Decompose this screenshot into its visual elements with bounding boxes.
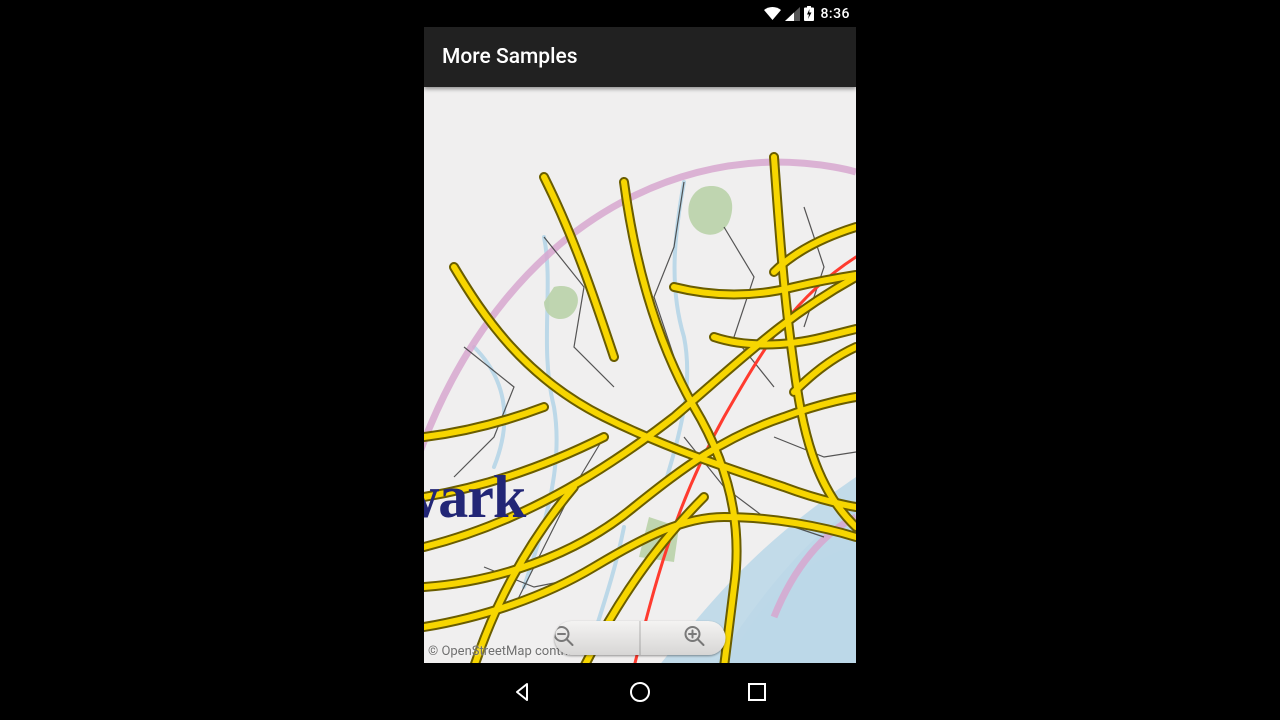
back-button[interactable] [509,678,537,706]
zoom-out-button[interactable] [555,621,640,655]
app-bar: More Samples [424,27,856,87]
map-canvas [424,87,856,663]
phone-frame: 8:36 More Samples [424,0,856,720]
clock-text: 8:36 [820,6,850,22]
status-bar: 8:36 [424,0,856,27]
cell-signal-icon [785,7,800,21]
battery-charging-icon [804,6,814,21]
map-city-label: Newark [424,463,525,532]
back-icon [512,681,534,703]
page-title: More Samples [442,45,578,69]
wifi-icon [764,7,781,21]
android-nav-bar [424,663,856,720]
recents-icon [747,682,767,702]
zoom-in-button[interactable] [640,621,726,655]
recents-button[interactable] [743,678,771,706]
home-icon [628,680,652,704]
map-viewport[interactable]: Newark © OpenStreetMap contributors [424,87,856,663]
home-button[interactable] [626,678,654,706]
zoom-controls [555,621,726,655]
